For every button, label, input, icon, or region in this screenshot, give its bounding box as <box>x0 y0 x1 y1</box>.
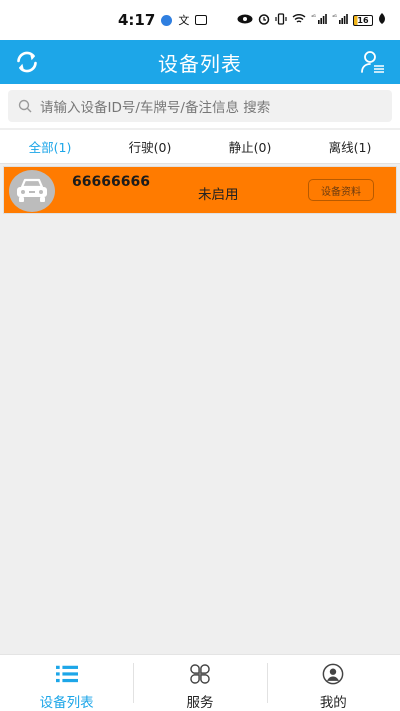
mail-icon <box>195 15 208 25</box>
battery-icon: 16 <box>353 14 373 26</box>
status-filter-tabs: 全部(1) 行驶(0) 静止(0) 离线(1) <box>0 130 400 164</box>
search-input[interactable]: 请输入设备ID号/车牌号/备注信息 搜索 <box>8 90 392 122</box>
status-right: ⁴ᴳ ⁴ᴳ 16 <box>237 12 386 28</box>
bottom-nav: 设备列表 服务 我的 <box>0 654 400 711</box>
alarm-icon <box>258 13 270 28</box>
status-bar: 4:17 文 ⁴ᴳ ⁴ᴳ 16 <box>0 0 400 40</box>
search-icon <box>18 99 32 113</box>
translate-icon: 文 <box>178 14 190 27</box>
notification-dot-icon <box>161 14 173 26</box>
vibrate-icon <box>275 12 287 28</box>
leaf-icon <box>378 13 386 27</box>
tab-driving[interactable]: 行驶(0) <box>100 130 200 163</box>
wifi-icon <box>292 13 306 27</box>
nav-label-service: 服务 <box>186 695 214 711</box>
device-id: 66666666 <box>72 174 150 190</box>
search-placeholder: 请输入设备ID号/车牌号/备注信息 搜索 <box>40 100 271 116</box>
list-icon <box>55 665 78 683</box>
status-left: 4:17 文 <box>118 11 208 29</box>
nav-service[interactable]: 服务 <box>133 655 266 711</box>
status-time: 4:17 <box>118 11 156 29</box>
profile-circle-icon <box>322 663 344 685</box>
refresh-icon[interactable] <box>14 49 40 75</box>
svg-text:⁴ᴳ: ⁴ᴳ <box>311 14 316 20</box>
tab-all[interactable]: 全部(1) <box>0 130 100 163</box>
nav-label-mine: 我的 <box>319 695 347 711</box>
svg-text:⁴ᴳ: ⁴ᴳ <box>332 14 337 20</box>
nav-mine[interactable]: 我的 <box>266 655 400 711</box>
device-list-item[interactable]: 66666666 未启用 设备资料 <box>3 166 397 214</box>
tab-stationary[interactable]: 静止(0) <box>200 130 300 163</box>
device-status: 未启用 <box>198 187 239 203</box>
car-icon <box>9 170 55 212</box>
signal-icon-2: ⁴ᴳ <box>332 13 348 27</box>
user-list-icon[interactable] <box>360 49 386 75</box>
tab-offline[interactable]: 离线(1) <box>300 130 400 163</box>
nav-device-list[interactable]: 设备列表 <box>0 655 133 711</box>
search-bar: 请输入设备ID号/车牌号/备注信息 搜索 <box>0 84 400 128</box>
app-screen: 4:17 文 ⁴ᴳ ⁴ᴳ 16 设备列表 请输入设备ID号/车牌号/备注信息 搜… <box>0 0 400 711</box>
eye-icon <box>237 14 253 27</box>
page-title: 设备列表 <box>158 51 242 76</box>
device-info-button[interactable]: 设备资料 <box>308 179 374 201</box>
signal-icon: ⁴ᴳ <box>311 13 327 27</box>
nav-label-device-list: 设备列表 <box>39 695 94 711</box>
app-header: 设备列表 <box>0 40 400 84</box>
clover-grid-icon <box>190 664 210 684</box>
